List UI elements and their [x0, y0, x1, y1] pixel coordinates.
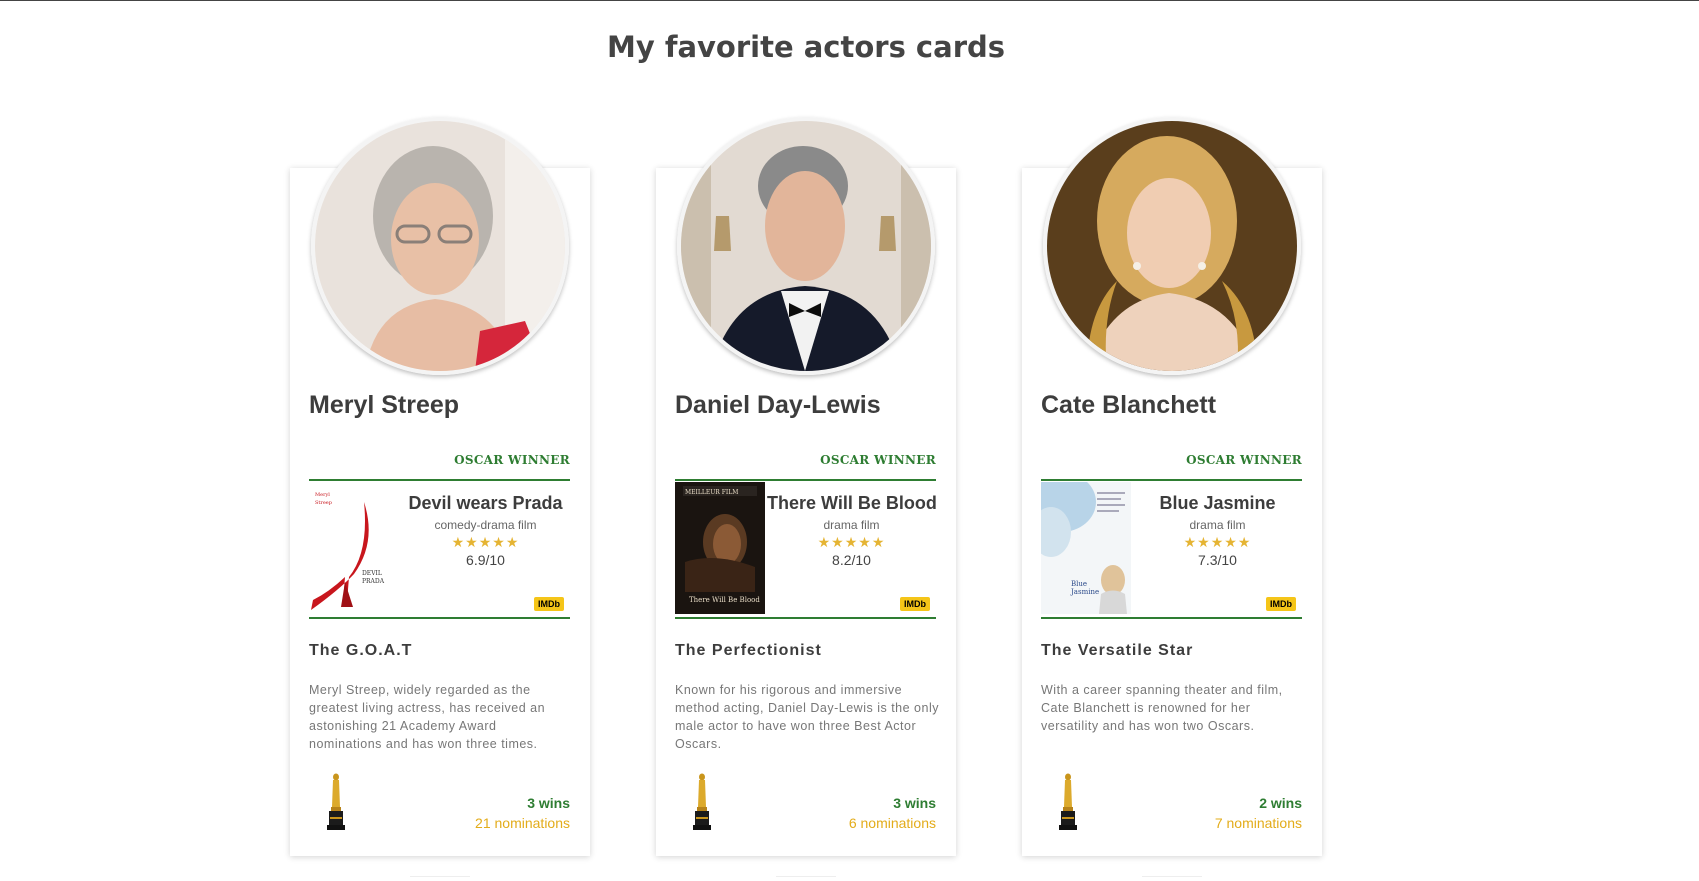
oscar-trophy-icon	[1059, 773, 1077, 830]
svg-text:There Will Be Blood: There Will Be Blood	[689, 596, 760, 604]
oscar-trophy-icon	[693, 773, 711, 830]
film-poster: Blue Jasmine	[1041, 482, 1131, 614]
film-genre: drama film	[1189, 518, 1246, 532]
top-border	[0, 0, 1699, 1]
film-info: There Will Be Blood drama film ★★★★★ 8.2…	[767, 493, 937, 568]
film-rating: 7.3/10	[1198, 552, 1237, 568]
actor-photo	[311, 117, 569, 375]
svg-text:Blue: Blue	[1071, 580, 1087, 588]
film-box: MEILLEUR FILM There Will Be Blood There …	[675, 479, 937, 619]
actor-subtitle: The Versatile Star	[1041, 642, 1194, 659]
film-rating: 6.9/10	[466, 552, 505, 568]
actor-name: Meryl Streep	[309, 391, 460, 419]
star-rating: ★★★★★	[451, 534, 520, 550]
film-info: Devil wears Prada comedy-drama film ★★★★…	[401, 493, 570, 568]
imdb-logo[interactable]: IMDb	[900, 597, 930, 611]
actor-subtitle: The Perfectionist	[675, 642, 822, 659]
oscar-wins: 3 wins	[893, 795, 936, 811]
actor-bio: Meryl Streep, widely regarded as the gre…	[309, 683, 546, 751]
film-box: DEVIL PRADA Meryl Streep Devil wears Pra…	[309, 479, 570, 619]
oscar-nominations: 7 nominations	[1214, 815, 1302, 831]
actor-name: Cate Blanchett	[1041, 391, 1217, 419]
oscar-nominations: 21 nominations	[475, 815, 570, 831]
oscar-wins: 2 wins	[1259, 795, 1302, 811]
actor-card-daniel-day-lewis: Daniel Day-Lewis OSCAR WINNER MEILLEUR F…	[656, 117, 956, 856]
film-poster: MEILLEUR FILM There Will Be Blood	[675, 482, 765, 614]
svg-text:MEILLEUR FILM: MEILLEUR FILM	[685, 489, 738, 496]
svg-text:PRADA: PRADA	[362, 578, 385, 585]
oscar-winner-badge: OSCAR WINNER	[454, 453, 570, 467]
svg-text:Streep: Streep	[315, 500, 332, 506]
film-poster: DEVIL PRADA Meryl Streep	[309, 482, 399, 614]
film-genre: drama film	[823, 518, 880, 532]
oscar-winner-badge: OSCAR WINNER	[820, 453, 936, 467]
film-rating: 8.2/10	[832, 552, 871, 568]
svg-text:DEVIL: DEVIL	[362, 570, 382, 577]
star-rating: ★★★★★	[817, 534, 886, 550]
next-row-edge	[776, 876, 836, 881]
film-info: Blue Jasmine drama film ★★★★★ 7.3/10	[1133, 493, 1302, 568]
page-title: My favorite actors cards	[606, 30, 1006, 64]
svg-text:Jasmine: Jasmine	[1070, 588, 1099, 596]
oscar-trophy-icon	[327, 773, 345, 830]
film-title[interactable]: Devil wears Prada	[401, 493, 570, 514]
film-box: Blue Jasmine Blue Jasmine drama film ★★★…	[1041, 479, 1302, 619]
actor-bio: Known for his rigorous and immersive met…	[675, 683, 939, 751]
actor-subtitle: The G.O.A.T	[309, 642, 413, 659]
actor-card-meryl-streep: Meryl Streep OSCAR WINNER DEVIL PRADA Me…	[290, 117, 590, 856]
actor-card-cate-blanchett: Cate Blanchett OSCAR WINNER Blue Jasmine…	[1022, 117, 1322, 856]
oscar-winner-badge: OSCAR WINNER	[1186, 453, 1302, 467]
actor-bio: With a career spanning theater and film,…	[1041, 683, 1283, 733]
film-title[interactable]: There Will Be Blood	[767, 493, 937, 514]
star-rating: ★★★★★	[1183, 534, 1252, 550]
actor-name: Daniel Day-Lewis	[675, 391, 881, 419]
next-row-edge	[1142, 876, 1202, 881]
svg-text:Meryl: Meryl	[315, 492, 330, 498]
film-title[interactable]: Blue Jasmine	[1133, 493, 1302, 514]
next-row-edge	[410, 876, 470, 881]
oscar-wins: 3 wins	[527, 795, 570, 811]
actor-photo	[677, 117, 935, 375]
imdb-logo[interactable]: IMDb	[1266, 597, 1296, 611]
film-genre: comedy-drama film	[434, 518, 537, 532]
actor-photo	[1043, 117, 1301, 375]
oscar-nominations: 6 nominations	[848, 815, 936, 831]
imdb-logo[interactable]: IMDb	[534, 597, 564, 611]
